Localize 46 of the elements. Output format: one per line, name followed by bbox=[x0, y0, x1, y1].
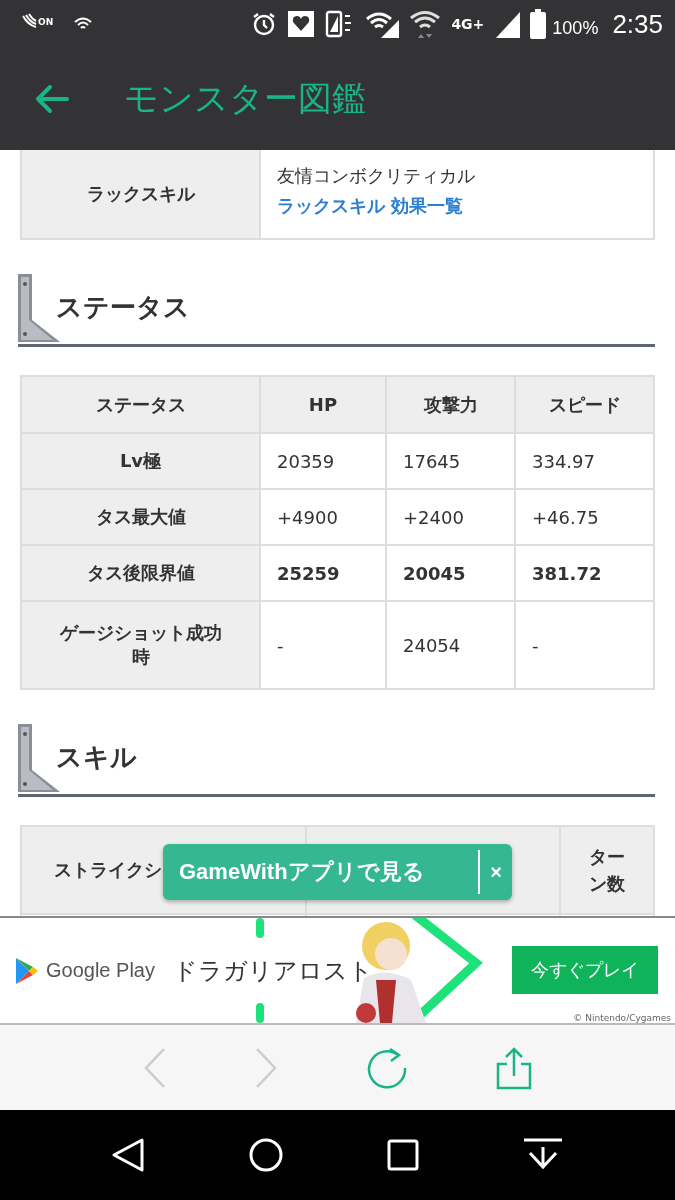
table-header-cell: ターン数 bbox=[560, 826, 654, 914]
luck-skill-value: 友情コンボクリティカル bbox=[277, 164, 476, 188]
table-cell: 20359 bbox=[260, 433, 386, 489]
section-heading: スキル bbox=[56, 741, 137, 774]
table-cell: 17645 bbox=[386, 433, 515, 489]
copyright-text: © Nintendo/Cygames bbox=[573, 1013, 671, 1023]
table-cell: 334.97 bbox=[515, 433, 654, 489]
table-cell: +2400 bbox=[386, 489, 515, 545]
home-nav-icon[interactable] bbox=[248, 1137, 285, 1173]
section-heading: ステータス bbox=[56, 291, 190, 324]
clock-time: 2:35 bbox=[612, 8, 663, 40]
table-cell: 381.72 bbox=[515, 545, 654, 601]
network-type-label: 4G+ bbox=[451, 16, 485, 32]
page-title: モンスター図鑑 bbox=[124, 77, 366, 120]
recents-nav-icon[interactable] bbox=[386, 1139, 419, 1171]
table-header-cell: ステータス bbox=[21, 376, 260, 433]
table-header-cell: 攻撃力 bbox=[386, 376, 515, 433]
table-cell: +46.75 bbox=[515, 489, 654, 545]
play-store-icon bbox=[16, 957, 38, 984]
table-header-cell: スピード bbox=[515, 376, 654, 433]
nfc-label: ON bbox=[38, 17, 54, 27]
table-cell: 24054 bbox=[386, 601, 515, 689]
row-header-cell: Lv極 bbox=[21, 433, 260, 489]
back-nav-icon[interactable] bbox=[111, 1137, 146, 1173]
row-header-cell: ゲージショット成功時 bbox=[21, 601, 260, 689]
wifi-signal-icon bbox=[365, 10, 400, 38]
table-cell: - bbox=[260, 601, 386, 689]
play-now-button[interactable]: 今すぐプレイ bbox=[512, 946, 658, 994]
row-header-cell: タス最大値 bbox=[21, 489, 260, 545]
luck-skill-link[interactable]: ラックスキル 効果一覧 bbox=[277, 195, 464, 216]
table-cell: - bbox=[515, 601, 654, 689]
close-button[interactable]: × bbox=[478, 850, 512, 894]
app-banner[interactable]: GameWithアプリで見る × bbox=[163, 844, 512, 900]
store-name: Google Play bbox=[46, 959, 155, 982]
table-header-cell: HP bbox=[260, 376, 386, 433]
battery-percent: 100% bbox=[552, 17, 599, 39]
wifi-icon bbox=[409, 9, 442, 39]
table-header-cell: ラックスキル bbox=[21, 150, 260, 239]
table-cell: 25259 bbox=[260, 545, 386, 601]
battery-icon bbox=[530, 9, 547, 39]
ad-title: ドラガリアロスト bbox=[172, 955, 373, 987]
table-cell: 20045 bbox=[386, 545, 515, 601]
row-header-cell: タス後限界値 bbox=[21, 545, 260, 601]
back-button[interactable] bbox=[34, 84, 70, 114]
cell-signal-icon bbox=[494, 10, 521, 38]
table-cell: +4900 bbox=[260, 489, 386, 545]
